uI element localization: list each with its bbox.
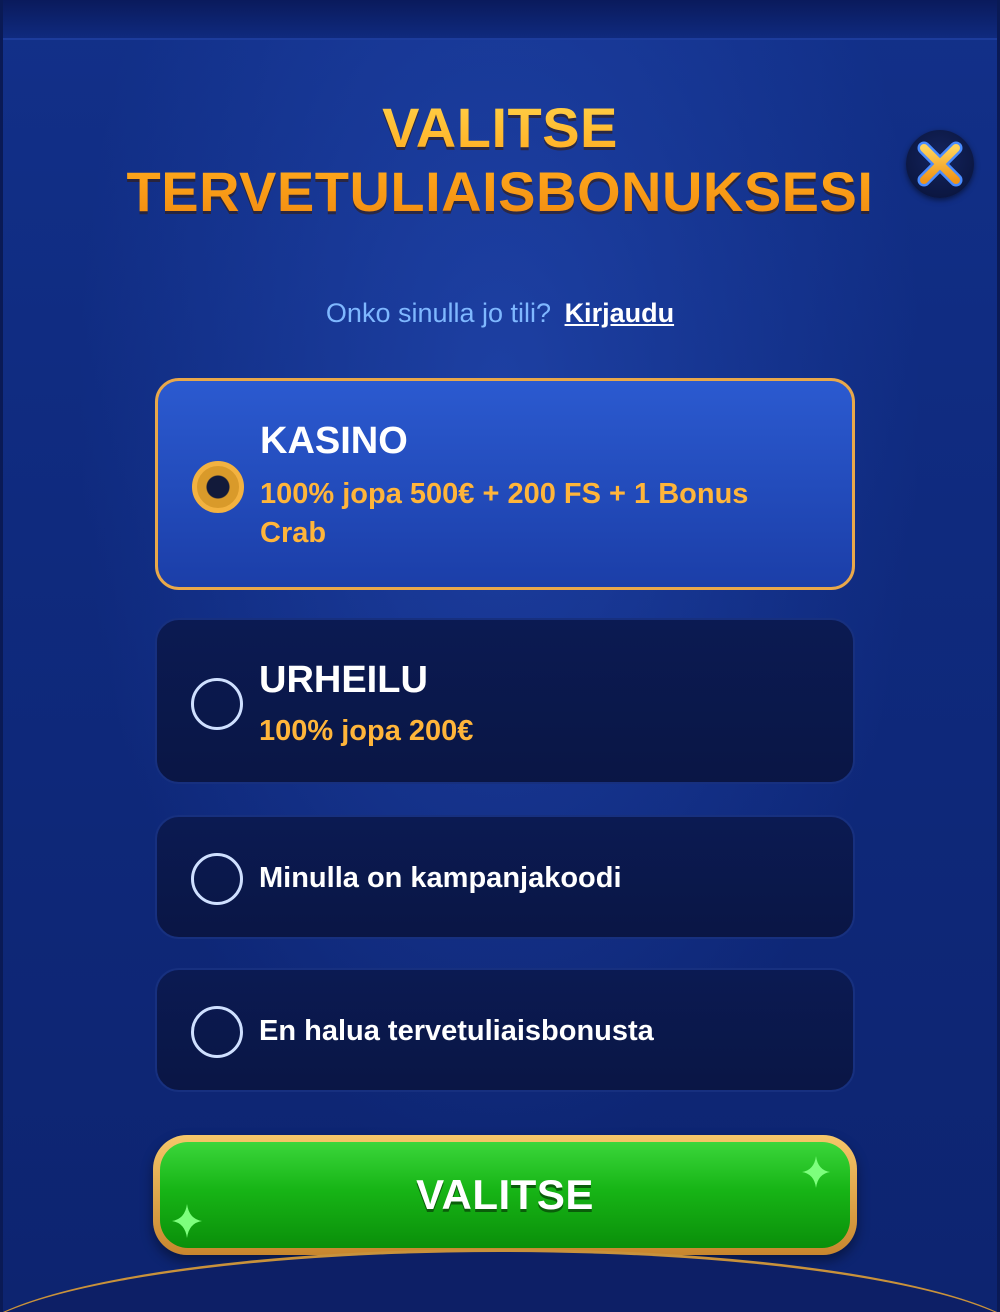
option-no-bonus[interactable]: En halua tervetuliaisbonusta <box>155 968 855 1092</box>
login-link[interactable]: Kirjaudu <box>565 298 675 328</box>
modal-title: VALITSE TERVETULIAISBONUKSESI <box>3 96 997 224</box>
option-casino-title: KASINO <box>260 420 408 462</box>
radio-promo-code[interactable] <box>191 853 243 905</box>
modal-title-line1: VALITSE <box>382 96 618 159</box>
close-button[interactable] <box>906 130 974 198</box>
close-x-icon <box>917 141 963 187</box>
login-prompt: Onko sinulla jo tili? Kirjaudu <box>3 296 997 330</box>
option-no-bonus-label: En halua tervetuliaisbonusta <box>259 1015 654 1047</box>
modal-bottom-edge <box>3 1232 997 1312</box>
option-casino[interactable]: KASINO 100% jopa 500€ + 200 FS + 1 Bonus… <box>155 378 855 590</box>
radio-casino[interactable] <box>192 461 244 513</box>
login-question: Onko sinulla jo tili? <box>325 298 552 328</box>
option-sports-title: URHEILU <box>259 659 428 701</box>
option-casino-desc: 100% jopa 500€ + 200 FS + 1 Bonus Crab <box>260 478 749 549</box>
radio-no-bonus[interactable] <box>191 1006 243 1058</box>
option-sports-desc: 100% jopa 200€ <box>259 715 474 747</box>
sparkle-icon <box>802 1156 830 1188</box>
choose-button-label: VALITSE <box>416 1171 594 1218</box>
option-sports[interactable]: URHEILU 100% jopa 200€ <box>155 618 855 784</box>
modal-title-line2: TERVETULIAISBONUKSESI <box>126 160 874 223</box>
option-promo-code[interactable]: Minulla on kampanjakoodi <box>155 815 855 939</box>
radio-sports[interactable] <box>191 678 243 730</box>
welcome-bonus-modal: VALITSE TERVETULIAISBONUKSESI VALITSE TE… <box>0 0 1000 1312</box>
option-promo-code-label: Minulla on kampanjakoodi <box>259 862 622 894</box>
